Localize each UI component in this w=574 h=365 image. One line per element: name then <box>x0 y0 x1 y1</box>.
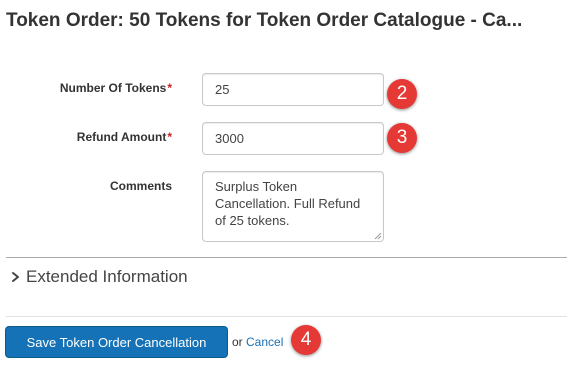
callout-badge-3: 3 <box>387 123 417 153</box>
refund-amount-label: Refund Amount* <box>0 130 172 144</box>
resize-grip-icon[interactable] <box>374 232 382 240</box>
required-mark: * <box>167 130 172 144</box>
callout-badge-4: 4 <box>291 325 321 355</box>
comments-textarea[interactable]: Surplus Token Cancellation. Full Refund … <box>202 171 384 242</box>
chevron-right-icon <box>12 272 19 282</box>
number-of-tokens-input[interactable] <box>202 73 384 106</box>
refund-amount-input[interactable] <box>202 122 384 155</box>
cancel-link[interactable]: Cancel <box>246 335 283 349</box>
token-order-cancellation-page: Token Order: 50 Tokens for Token Order C… <box>0 0 574 365</box>
section-divider <box>6 257 567 258</box>
number-of-tokens-label-text: Number Of Tokens <box>59 81 167 95</box>
comments-label-text: Comments <box>109 179 172 193</box>
page-title: Token Order: 50 Tokens for Token Order C… <box>6 10 523 31</box>
callout-badge-2: 2 <box>387 79 417 109</box>
number-of-tokens-label: Number Of Tokens* <box>0 81 172 95</box>
comments-label: Comments <box>0 179 172 193</box>
actions-divider <box>6 316 567 317</box>
or-text: or <box>232 335 243 349</box>
required-mark: * <box>167 81 172 95</box>
extended-information-label: Extended Information <box>26 267 188 286</box>
refund-amount-label-text: Refund Amount <box>76 130 167 144</box>
extended-information-toggle[interactable]: Extended Information <box>10 266 188 288</box>
save-token-order-cancellation-button[interactable]: Save Token Order Cancellation <box>5 326 228 358</box>
